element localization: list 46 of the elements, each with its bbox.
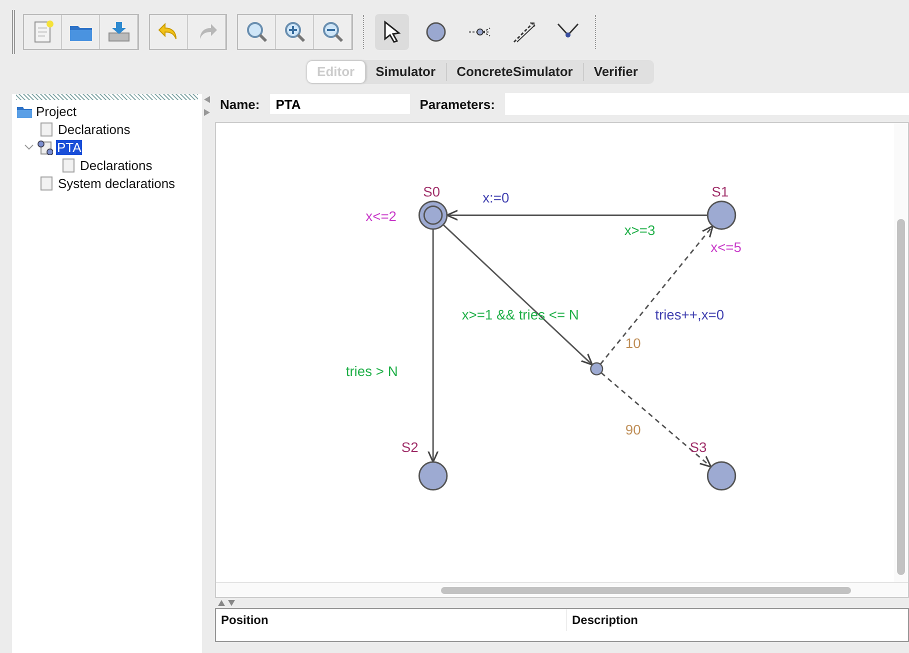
pointer-tool[interactable] xyxy=(375,14,409,50)
probability-label: 10 xyxy=(625,335,641,352)
tree-item[interactable]: Declarations xyxy=(79,158,154,172)
branch-point xyxy=(590,362,604,376)
column-header: Position xyxy=(216,609,567,631)
update-label: tries++,x=0 xyxy=(655,306,724,322)
tab[interactable]: ConcreteSimulator xyxy=(446,63,584,81)
update-label: x:=0 xyxy=(482,189,510,206)
location-name: S2 xyxy=(401,439,418,456)
tree-item[interactable]: Declarations xyxy=(57,122,132,136)
column-header: Description xyxy=(571,612,640,629)
template-icon xyxy=(37,140,53,154)
guard-label: tries > N xyxy=(346,362,398,379)
folder-button[interactable] xyxy=(62,15,100,49)
invariant-label: x<=5 xyxy=(710,238,742,255)
location-name: S1 xyxy=(712,183,729,200)
tree-item[interactable]: System declarations xyxy=(57,176,176,190)
zoom-in-button[interactable] xyxy=(276,15,314,49)
down-arrow-icon xyxy=(228,600,235,606)
document-icon xyxy=(38,176,54,190)
undo-button[interactable] xyxy=(150,15,188,49)
zoom-out-button[interactable] xyxy=(314,15,352,49)
expand-right-icon xyxy=(204,109,210,116)
location-name: S0 xyxy=(423,183,440,200)
new-file-button[interactable] xyxy=(24,15,62,49)
location-name: S3 xyxy=(690,439,707,456)
drag-handle[interactable] xyxy=(16,94,198,100)
invariant-label: x<=2 xyxy=(366,208,396,224)
probability-label: 90 xyxy=(625,421,641,438)
scrollbar-thumb[interactable] xyxy=(897,219,905,575)
tree-item[interactable]: Project xyxy=(35,104,78,118)
guard-label: x>=3 xyxy=(624,222,656,238)
scrollbar-thumb[interactable] xyxy=(441,586,851,594)
tab[interactable]: Verifier xyxy=(584,63,648,81)
parameters-label: Parameters: xyxy=(420,96,495,112)
name-field[interactable]: PTA xyxy=(270,94,410,114)
tab[interactable]: Simulator xyxy=(366,63,447,81)
caret-icon[interactable] xyxy=(24,142,34,152)
download-tray-button[interactable] xyxy=(100,15,138,49)
up-arrow-icon xyxy=(218,600,225,606)
tree-item[interactable]: PTA xyxy=(56,140,82,154)
document-icon xyxy=(38,122,54,136)
collapse-left-icon xyxy=(204,96,210,103)
document-icon xyxy=(60,158,76,172)
magnifier-button[interactable] xyxy=(238,15,276,49)
name-label: Name: xyxy=(220,96,260,112)
